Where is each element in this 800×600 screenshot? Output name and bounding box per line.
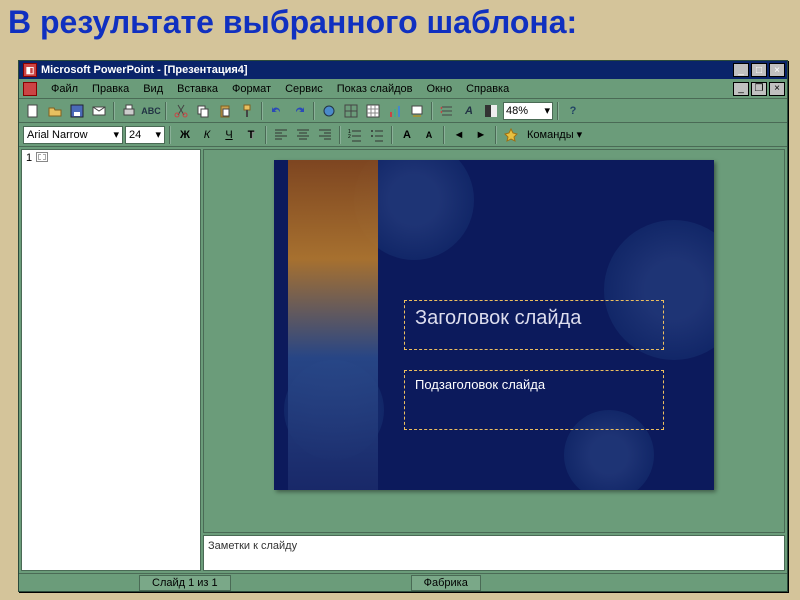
window-controls: _ □ × [733, 63, 787, 77]
menu-file[interactable]: Файл [45, 81, 84, 97]
hyperlink-icon[interactable] [319, 101, 339, 121]
zoom-value: 48% [506, 105, 528, 117]
template-name: Фабрика [411, 575, 481, 591]
titlebar: ◧ Microsoft PowerPoint - [Презентация4] … [19, 61, 787, 79]
chevron-down-icon: ▾ [544, 104, 550, 117]
common-tasks-button[interactable]: Команды ▾ [523, 128, 586, 141]
menu-format[interactable]: Формат [226, 81, 277, 97]
toolbar-separator [557, 102, 559, 120]
toolbar-separator [339, 126, 341, 144]
menubar: Файл Правка Вид Вставка Формат Сервис По… [19, 79, 787, 99]
outline-pane[interactable]: 1 [21, 149, 201, 571]
demote-icon[interactable]: ► [471, 125, 491, 145]
show-formatting-icon[interactable]: A [459, 101, 479, 121]
align-left-icon[interactable] [271, 125, 291, 145]
doc-window-controls: _ ❐ × [733, 82, 787, 96]
spellcheck-icon[interactable]: ABC [141, 101, 161, 121]
new-slide-icon[interactable] [407, 101, 427, 121]
svg-text:2: 2 [348, 134, 351, 140]
italic-icon[interactable]: К [197, 125, 217, 145]
formatting-toolbar: Arial Narrow ▾ 24 ▾ Ж К Ч Т 12 A A ◄ ► Ком… [19, 123, 787, 147]
app-window: ◧ Microsoft PowerPoint - [Презентация4] … [18, 60, 788, 592]
menu-tools[interactable]: Сервис [279, 81, 329, 97]
font-size-combo[interactable]: 24 ▾ [125, 126, 165, 144]
slide-number: 1 [26, 152, 32, 164]
notes-pane[interactable]: Заметки к слайду [203, 535, 785, 571]
slide-canvas[interactable]: Заголовок слайда Подзаголовок слайда [203, 149, 785, 533]
paste-icon[interactable] [215, 101, 235, 121]
toolbar-separator [443, 126, 445, 144]
insert-table-icon[interactable] [363, 101, 383, 121]
toolbar-separator [261, 102, 263, 120]
font-name: Arial Narrow [27, 129, 88, 141]
toolbar-separator [313, 102, 315, 120]
redo-icon[interactable] [289, 101, 309, 121]
slide-counter: Слайд 1 из 1 [139, 575, 231, 591]
save-icon[interactable] [67, 101, 87, 121]
statusbar: Слайд 1 из 1 Фабрика [19, 573, 787, 591]
toolbar-separator [113, 102, 115, 120]
decrease-font-icon[interactable]: A [419, 125, 439, 145]
numbering-icon[interactable]: 12 [345, 125, 365, 145]
grayscale-icon[interactable] [481, 101, 501, 121]
menu-edit[interactable]: Правка [86, 81, 135, 97]
insert-chart-icon[interactable] [385, 101, 405, 121]
close-button[interactable]: × [769, 63, 785, 77]
toolbar-separator [495, 126, 497, 144]
menu-view[interactable]: Вид [137, 81, 169, 97]
workarea: 1 Заголовок слайда Подзаголовок слайда З… [19, 147, 787, 573]
outline-item[interactable]: 1 [22, 150, 200, 166]
tables-borders-icon[interactable] [341, 101, 361, 121]
title-placeholder[interactable]: Заголовок слайда [404, 300, 664, 350]
slide[interactable]: Заголовок слайда Подзаголовок слайда [274, 160, 714, 490]
page-heading: В результате выбранного шаблона: [0, 0, 800, 47]
increase-font-icon[interactable]: A [397, 125, 417, 145]
expand-all-icon[interactable] [437, 101, 457, 121]
promote-icon[interactable]: ◄ [449, 125, 469, 145]
open-icon[interactable] [45, 101, 65, 121]
doc-restore-button[interactable]: ❐ [751, 82, 767, 96]
doc-minimize-button[interactable]: _ [733, 82, 749, 96]
window-title: Microsoft PowerPoint - [Презентация4] [41, 64, 733, 76]
slide-area: Заголовок слайда Подзаголовок слайда Зам… [203, 149, 785, 571]
template-band [288, 160, 378, 490]
doc-icon [23, 82, 37, 96]
app-icon: ◧ [23, 63, 37, 77]
bullets-icon[interactable] [367, 125, 387, 145]
minimize-button[interactable]: _ [733, 63, 749, 77]
underline-icon[interactable]: Ч [219, 125, 239, 145]
zoom-combo[interactable]: 48% ▾ [503, 102, 553, 120]
toolbar-separator [431, 102, 433, 120]
toolbar-separator [169, 126, 171, 144]
toolbar-separator [265, 126, 267, 144]
font-size: 24 [129, 129, 141, 141]
menu-window[interactable]: Окно [421, 81, 459, 97]
toolbar-separator [165, 102, 167, 120]
mail-icon[interactable] [89, 101, 109, 121]
align-center-icon[interactable] [293, 125, 313, 145]
subtitle-placeholder[interactable]: Подзаголовок слайда [404, 370, 664, 430]
standard-toolbar: ABC A 48% ▾ ? [19, 99, 787, 123]
new-icon[interactable] [23, 101, 43, 121]
chevron-down-icon: ▾ [155, 128, 161, 141]
menu-insert[interactable]: Вставка [171, 81, 224, 97]
maximize-button[interactable]: □ [751, 63, 767, 77]
font-combo[interactable]: Arial Narrow ▾ [23, 126, 123, 144]
help-icon[interactable]: ? [563, 101, 583, 121]
undo-icon[interactable] [267, 101, 287, 121]
bold-icon[interactable]: Ж [175, 125, 195, 145]
print-icon[interactable] [119, 101, 139, 121]
menu-help[interactable]: Справка [460, 81, 515, 97]
slide-thumb-icon [36, 152, 48, 162]
chevron-down-icon: ▾ [113, 128, 119, 141]
menu-slideshow[interactable]: Показ слайдов [331, 81, 419, 97]
animation-effects-icon[interactable] [501, 125, 521, 145]
shadow-icon[interactable]: Т [241, 125, 261, 145]
toolbar-separator [391, 126, 393, 144]
copy-icon[interactable] [193, 101, 213, 121]
doc-close-button[interactable]: × [769, 82, 785, 96]
align-right-icon[interactable] [315, 125, 335, 145]
format-painter-icon[interactable] [237, 101, 257, 121]
cut-icon[interactable] [171, 101, 191, 121]
